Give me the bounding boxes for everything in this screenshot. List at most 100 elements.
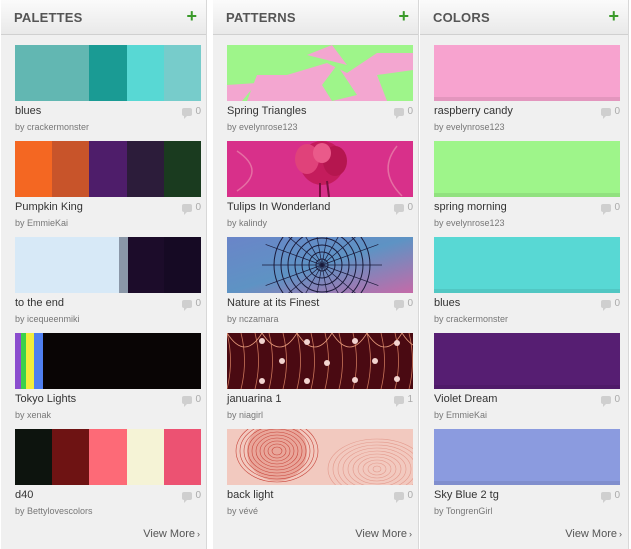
comment-count-value: 0 [195, 394, 201, 405]
list-item[interactable]: Violet Dream by EmmieKai 0 [434, 333, 620, 425]
add-icon[interactable]: + [186, 6, 197, 26]
swatch-preview[interactable] [15, 237, 201, 293]
item-author[interactable]: by crackermonster [15, 122, 89, 132]
item-title[interactable]: spring morning [434, 201, 507, 213]
comment-bubble-icon [182, 299, 193, 311]
swatch-preview[interactable] [227, 237, 413, 293]
item-author[interactable]: by evelynrose123 [434, 218, 505, 228]
comment-count-value: 0 [614, 202, 620, 213]
item-author[interactable]: by EmmieKai [15, 218, 68, 228]
item-author[interactable]: by EmmieKai [434, 410, 487, 420]
swatch-preview[interactable] [15, 141, 201, 197]
swatch-preview[interactable] [227, 429, 413, 485]
item-title[interactable]: blues [15, 105, 41, 117]
palette-color-segment [15, 237, 120, 293]
list-item[interactable]: raspberry candy by evelynrose123 0 [434, 45, 620, 137]
view-more-link[interactable]: View More › [355, 528, 412, 540]
list-item[interactable]: Spring Triangles by evelynrose123 0 [227, 45, 413, 137]
list-item[interactable]: spring morning by evelynrose123 0 [434, 141, 620, 233]
comment-bubble-icon [394, 491, 405, 503]
pattern-image [227, 141, 413, 197]
item-author[interactable]: by evelynrose123 [227, 122, 298, 132]
item-title[interactable]: Tulips In Wonderland [227, 201, 330, 213]
comment-bubble-icon [182, 107, 193, 119]
item-title[interactable]: raspberry candy [434, 105, 513, 117]
chevron-right-icon: › [409, 529, 412, 539]
palette-color-segment [126, 429, 164, 485]
item-title[interactable]: Violet Dream [434, 393, 497, 405]
item-author[interactable]: by TongrenGirl [434, 506, 492, 516]
item-title[interactable]: d40 [15, 489, 33, 501]
item-author[interactable]: by icequeenmiki [15, 314, 80, 324]
item-author[interactable]: by evelynrose123 [434, 122, 505, 132]
item-title[interactable]: Spring Triangles [227, 105, 307, 117]
list-item[interactable]: d40 by Bettylovescolors 0 [15, 429, 201, 521]
swatch-preview[interactable] [15, 429, 201, 485]
comment-count-value: 1 [407, 394, 413, 405]
list-item[interactable]: Nature at its Finest by nczamara 0 [227, 237, 413, 329]
item-title[interactable]: januarina 1 [227, 393, 281, 405]
comment-count: 0 [182, 394, 201, 407]
chevron-right-icon: › [619, 529, 622, 539]
item-title[interactable]: back light [227, 489, 273, 501]
swatch-preview[interactable] [15, 333, 201, 389]
pattern-image [227, 45, 413, 101]
view-more-link[interactable]: View More › [143, 528, 200, 540]
swatch-preview[interactable] [434, 45, 620, 101]
swatch-preview[interactable] [434, 237, 620, 293]
item-author[interactable]: by Bettylovescolors [15, 506, 93, 516]
list-item[interactable]: januarina 1 by niagirl 1 [227, 333, 413, 425]
palette-color-segment [15, 45, 90, 101]
swatch-preview[interactable] [227, 333, 413, 389]
add-icon[interactable]: + [398, 6, 409, 26]
comment-bubble-icon [182, 395, 193, 407]
swatch-preview[interactable] [227, 141, 413, 197]
item-title[interactable]: Tokyo Lights [15, 393, 76, 405]
list-item[interactable]: Sky Blue 2 tg by TongrenGirl 0 [434, 429, 620, 521]
item-title[interactable]: blues [434, 297, 460, 309]
comment-count: 0 [182, 298, 201, 311]
item-title[interactable]: Pumpkin King [15, 201, 83, 213]
item-title[interactable]: Sky Blue 2 tg [434, 489, 499, 501]
pattern-image [227, 429, 413, 485]
list-item[interactable]: blues by crackermonster 0 [15, 45, 201, 137]
swatch-preview[interactable] [434, 429, 620, 485]
item-author[interactable]: by vévé [227, 506, 258, 516]
add-icon[interactable]: + [608, 6, 619, 26]
comment-bubble-icon [601, 203, 612, 215]
item-title[interactable]: to the end [15, 297, 64, 309]
column-patterns: PATTERNS + Spring Triangles by evelynrose12… [213, 0, 419, 549]
palette-color-segment [163, 429, 201, 485]
comment-count-value: 0 [195, 490, 201, 501]
palette-color-segment [126, 45, 164, 101]
swatch-preview[interactable] [227, 45, 413, 101]
view-more-label: View More [565, 528, 617, 540]
item-author[interactable]: by xenak [15, 410, 51, 420]
pattern-image [227, 333, 413, 389]
comment-bubble-icon [182, 491, 193, 503]
view-more-link[interactable]: View More › [565, 528, 622, 540]
comment-count: 0 [601, 202, 620, 215]
comment-count-value: 0 [195, 202, 201, 213]
list-item[interactable]: Tokyo Lights by xenak 0 [15, 333, 201, 425]
comment-count: 0 [601, 490, 620, 503]
list-item[interactable]: to the end by icequeenmiki 0 [15, 237, 201, 329]
list-item[interactable]: Pumpkin King by EmmieKai 0 [15, 141, 201, 233]
palette-color-segment [89, 429, 127, 485]
swatch-preview[interactable] [15, 45, 201, 101]
palette-color-segment [89, 45, 127, 101]
list-item[interactable]: blues by crackermonster 0 [434, 237, 620, 329]
comment-count: 0 [182, 490, 201, 503]
item-author[interactable]: by nczamara [227, 314, 279, 324]
swatch-preview[interactable] [434, 141, 620, 197]
list-item[interactable]: Tulips In Wonderland by kalindy 0 [227, 141, 413, 233]
item-author[interactable]: by crackermonster [434, 314, 508, 324]
comment-count-value: 0 [407, 298, 413, 309]
list-item[interactable]: back light by vévé 0 [227, 429, 413, 521]
swatch-preview[interactable] [434, 333, 620, 389]
item-title[interactable]: Nature at its Finest [227, 297, 319, 309]
item-author[interactable]: by kalindy [227, 218, 267, 228]
item-author[interactable]: by niagirl [227, 410, 263, 420]
comment-count: 0 [394, 298, 413, 311]
palette-color-segment [15, 429, 53, 485]
